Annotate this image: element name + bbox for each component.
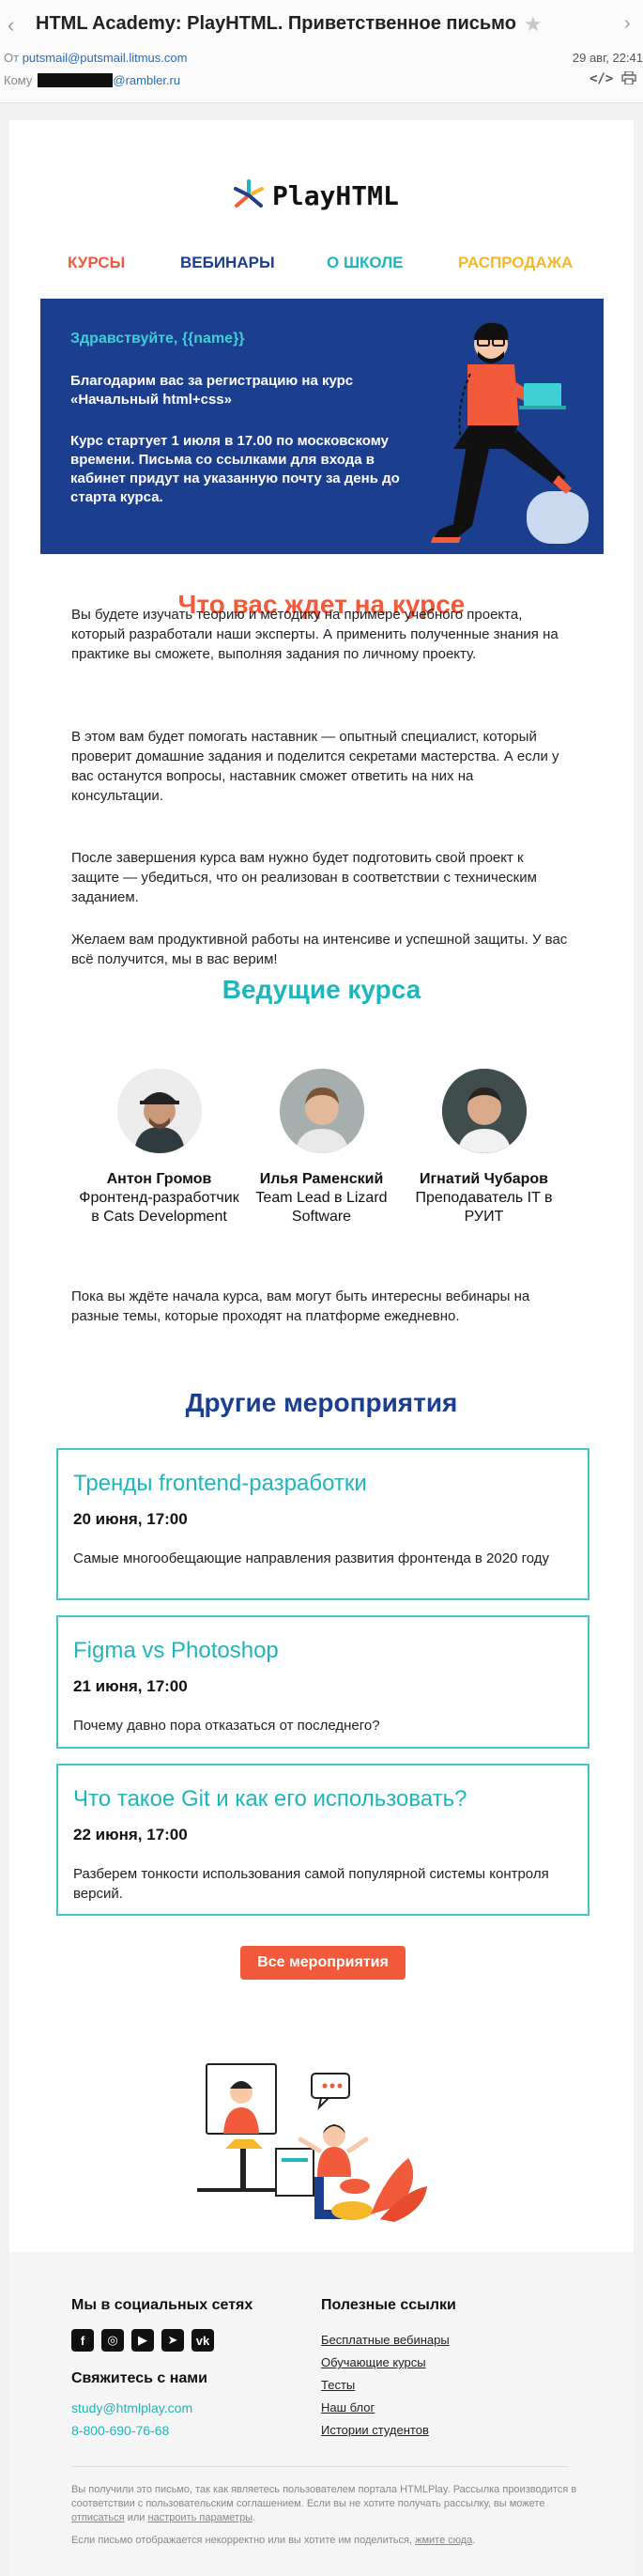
telegram-icon[interactable]: ➤	[161, 2329, 184, 2352]
youtube-icon[interactable]: ▶	[131, 2329, 154, 2352]
logo-text: PlayHTML	[272, 179, 399, 211]
playhtml-logo[interactable]: PlayHTML	[233, 177, 399, 214]
about-paragraph-3: После завершения курса вам нужно будет п…	[71, 850, 537, 905]
email-body: PlayHTML КУРСЫ ВЕБИНАРЫ О ШКОЛЕ РАСПРОДА…	[9, 120, 634, 2576]
nav-sale[interactable]: РАСПРОДАЖА	[458, 254, 573, 272]
about-paragraph-1: Вы будете изучать теорию и методику на п…	[71, 607, 559, 662]
teacher-role: Фронтенд-разработчик в Cats Development	[79, 1190, 239, 1225]
event-text: Самые многообещающие направления развити…	[73, 1550, 550, 1566]
all-events-button[interactable]: Все мероприятия	[240, 1946, 406, 1980]
legal-text-1: Вы получили это письмо, так как являетес…	[71, 2484, 577, 2509]
event-date: 20 июня, 17:00	[73, 1510, 188, 1528]
links-title: Полезные ссылки	[321, 2297, 456, 2313]
footer-link-blog[interactable]: Наш блог	[321, 2400, 375, 2414]
legal-or: или	[127, 2512, 145, 2523]
redacted-block	[38, 73, 114, 87]
event-title[interactable]: Figma vs Photoshop	[73, 1638, 279, 1664]
teacher-card: Антон Громов Фронтенд-разработчик в Cats…	[77, 1069, 241, 1226]
event-card[interactable]: Что такое Git и как его использовать? 22…	[56, 1764, 589, 1916]
footer-link-courses[interactable]: Обучающие курсы	[321, 2355, 426, 2369]
teacher-photo	[441, 1069, 527, 1153]
to-label: Кому	[4, 73, 33, 87]
teacher-role: Team Lead в Lizard Software	[255, 1190, 388, 1225]
footer-link-stories[interactable]: Истории студентов	[321, 2423, 429, 2437]
mail-from: От putsmail@putsmail.litmus.com	[4, 51, 187, 65]
nav-about[interactable]: О ШКОЛЕ	[327, 254, 403, 272]
legal-share-text: Если письмо отображается некорректно или…	[71, 2535, 476, 2546]
event-card[interactable]: Тренды frontend-разработки 20 июня, 17:0…	[56, 1448, 589, 1600]
from-address[interactable]: putsmail@putsmail.litmus.com	[23, 51, 188, 65]
back-icon[interactable]: ‹	[8, 13, 14, 38]
event-date: 22 июня, 17:00	[73, 1826, 188, 1843]
teacher-photo	[116, 1069, 202, 1153]
legal-text: Вы получили это письмо, так как являетес…	[71, 2484, 577, 2523]
teacher-name: Илья Раменский	[259, 1171, 384, 1187]
event-title[interactable]: Тренды frontend-разработки	[73, 1471, 367, 1497]
settings-link[interactable]: настроить параметры	[147, 2512, 253, 2523]
teacher-name: Антон Громов	[106, 1171, 212, 1187]
mail-header: ‹ HTML Academy: PlayHTML. Приветственное…	[0, 0, 643, 103]
event-text: Разберем тонкости использования самой по…	[73, 1866, 549, 1902]
contact-email[interactable]: study@htmlplay.com	[71, 2400, 192, 2415]
mail-date: 29 авг, 22:41	[572, 51, 643, 65]
click-here-link[interactable]: жмите сюда	[415, 2535, 472, 2546]
code-view-icon[interactable]: </>	[589, 71, 613, 86]
social-links: f ◎ ▶ ➤ vk	[71, 2329, 214, 2352]
facebook-icon[interactable]: f	[71, 2329, 94, 2352]
event-title[interactable]: Что такое Git и как его использовать?	[73, 1786, 467, 1812]
vk-icon[interactable]: vk	[191, 2329, 214, 2352]
hero-registration-text: Благодарим вас за регистрацию на курс «Н…	[70, 373, 354, 408]
hero-banner: Здравствуйте, {{name}} Благодарим вас за…	[40, 299, 604, 554]
student-illustration	[431, 322, 589, 544]
teacher-photo	[279, 1069, 364, 1153]
chevron-right-icon[interactable]: ›	[624, 13, 631, 35]
teacher-card: Илья Раменский Team Lead в Lizard Softwa…	[239, 1069, 404, 1226]
about-paragraph-4: Желаем вам продуктивной работы на интенс…	[71, 932, 568, 967]
about-paragraph-2: В этом вам будет помогать наставник — оп…	[71, 729, 559, 804]
webinar-illustration	[197, 2063, 427, 2222]
teacher-role: Преподаватель IT в РУИТ	[415, 1190, 553, 1225]
instagram-icon[interactable]: ◎	[101, 2329, 124, 2352]
event-card[interactable]: Figma vs Photoshop 21 июня, 17:00 Почему…	[56, 1615, 589, 1749]
event-date: 21 июня, 17:00	[73, 1677, 188, 1695]
footer-link-webinars[interactable]: Бесплатные вебинары	[321, 2333, 450, 2347]
footer-divider	[71, 2466, 569, 2467]
social-title: Мы в социальных сетях	[71, 2297, 253, 2313]
mail-to: Кому @rambler.ru	[4, 73, 180, 87]
webinars-note: Пока вы ждёте начала курса, вам могут бы…	[71, 1288, 530, 1324]
events-title: Другие мероприятия	[185, 1388, 458, 1417]
main-nav: КУРСЫ ВЕБИНАРЫ О ШКОЛЕ РАСПРОДАЖА	[9, 254, 634, 276]
legal-text-2: Если письмо отображается некорректно или…	[71, 2535, 413, 2546]
to-address[interactable]: @rambler.ru	[113, 73, 180, 87]
star-icon[interactable]: ★	[524, 12, 543, 37]
teachers-title: Ведущие курса	[222, 975, 421, 1004]
contact-title: Свяжитесь с нами	[71, 2370, 207, 2386]
teacher-name: Игнатий Чубаров	[420, 1171, 548, 1187]
contact-phone: 8-800-690-76-68	[71, 2423, 170, 2438]
print-icon[interactable]	[621, 71, 636, 85]
unsubscribe-link[interactable]: отписаться	[71, 2512, 125, 2523]
teacher-card: Игнатий Чубаров Преподаватель IT в РУИТ	[402, 1069, 566, 1226]
hero-greeting: Здравствуйте, {{name}}	[70, 331, 245, 347]
hero-start-text: Курс стартует 1 июля в 17.00 по московск…	[70, 433, 400, 505]
footer-link-tests[interactable]: Тесты	[321, 2378, 355, 2392]
from-label: От	[4, 51, 20, 65]
event-text: Почему давно пора отказаться от последне…	[73, 1718, 380, 1734]
footer: Мы в социальных сетях f ◎ ▶ ➤ vk Свяжите…	[9, 2252, 634, 2576]
nav-courses[interactable]: КУРСЫ	[68, 254, 125, 272]
logo-icon	[234, 179, 264, 208]
mail-subject: HTML Academy: PlayHTML. Приветственное п…	[36, 13, 516, 34]
nav-webinars[interactable]: ВЕБИНАРЫ	[180, 254, 275, 272]
